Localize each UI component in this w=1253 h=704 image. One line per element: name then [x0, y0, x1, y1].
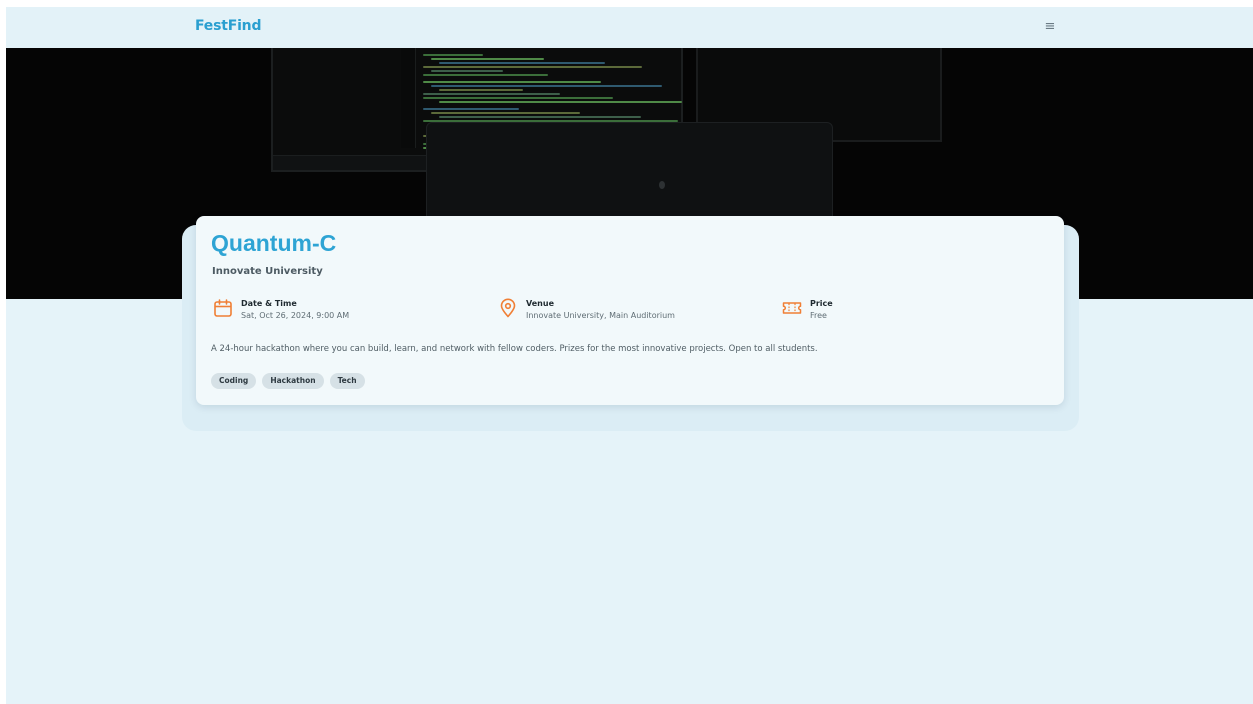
hero-code-line: [439, 101, 682, 103]
tag-chip[interactable]: Tech: [329, 373, 365, 389]
date-time-label: Date & Time: [241, 299, 297, 308]
hero-code-line: [423, 97, 613, 99]
event-organizer: Innovate University: [212, 266, 323, 277]
hero-code-line: [423, 74, 548, 76]
hero-code-line: [439, 62, 605, 64]
hero-code-line: [431, 70, 503, 72]
venue-value: Innovate University, Main Auditorium: [526, 311, 675, 320]
hero-code-line: [439, 89, 523, 91]
tag-list: Coding Hackathon Tech: [211, 373, 365, 389]
brand-logo[interactable]: FestFind: [195, 18, 261, 34]
hero-code-line: [423, 54, 483, 56]
hero-code-line: [431, 58, 544, 60]
hero-code-line: [423, 66, 642, 68]
tag-chip[interactable]: Hackathon: [262, 373, 324, 389]
calendar-icon: [214, 299, 232, 317]
price-value: Free: [810, 311, 827, 320]
hero-code-line: [439, 116, 641, 118]
location-pin-icon: [500, 298, 516, 318]
hero-code-line: [423, 93, 560, 95]
page: FestFind ≡ Quantum-C Innovate University…: [6, 7, 1253, 704]
ticket-icon: [782, 302, 802, 314]
navbar: FestFind ≡: [6, 7, 1253, 48]
event-card: Quantum-C Innovate University Date & Tim…: [196, 216, 1064, 405]
event-description: A 24-hour hackathon where you can build,…: [211, 344, 818, 354]
hero-code-line: [423, 108, 519, 110]
hero-code-gutter: [401, 48, 416, 148]
hero-code-line: [431, 85, 662, 87]
hero-code-line: [423, 81, 601, 83]
price-label: Price: [810, 299, 833, 308]
event-title: Quantum-C: [211, 230, 337, 256]
date-time-value: Sat, Oct 26, 2024, 9:00 AM: [241, 311, 350, 320]
tag-chip[interactable]: Coding: [211, 373, 257, 389]
hamburger-menu-icon[interactable]: ≡: [1042, 19, 1058, 35]
hero-code-line: [431, 112, 580, 114]
venue-label: Venue: [526, 299, 554, 308]
hero-laptop-logo: [659, 181, 665, 189]
